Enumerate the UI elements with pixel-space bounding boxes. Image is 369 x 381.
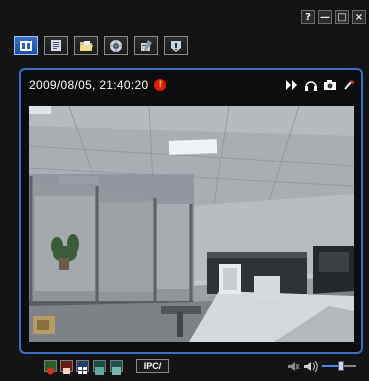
snapshot-icon[interactable]: [324, 79, 336, 91]
live-view-icon: [20, 40, 32, 51]
volume-slider-handle[interactable]: [338, 361, 344, 371]
video-feed[interactable]: [29, 106, 354, 342]
ipc-button[interactable]: IPC/: [136, 359, 169, 373]
multi-view-button[interactable]: [76, 360, 89, 374]
viewer-info-bar: 2009/08/05, 21:40:20 !: [29, 76, 355, 94]
stop-icon: [63, 368, 70, 374]
camera-viewer: 2009/08/05, 21:40:20 !: [19, 68, 363, 354]
app-window: ? — □ × 2009/08/05, 21:40:20 ! IPC/: [0, 0, 369, 381]
window-icon: [112, 367, 121, 375]
timestamp: 2009/08/05, 21:40:20: [29, 78, 149, 92]
main-toolbar: [14, 36, 188, 55]
audio-icon[interactable]: [305, 79, 317, 91]
maximize-button[interactable]: □: [335, 10, 349, 24]
stop-button[interactable]: [60, 360, 73, 374]
multi-view-icon: [78, 367, 87, 374]
info-icon: [171, 40, 181, 52]
speaker-icon[interactable]: [304, 360, 318, 372]
minimize-button[interactable]: —: [318, 10, 332, 24]
volume-control: [288, 360, 356, 372]
camera-scene: [29, 106, 354, 342]
info-button[interactable]: [164, 36, 188, 55]
record-button[interactable]: [44, 360, 57, 375]
mute-icon[interactable]: [288, 361, 300, 372]
fullscreen-button[interactable]: [93, 360, 106, 375]
tools-icon: [141, 39, 152, 51]
fullscreen-icon: [95, 367, 104, 375]
viewer-actions: [286, 79, 355, 91]
network-settings-icon: [110, 39, 122, 52]
help-button[interactable]: ?: [301, 10, 315, 24]
close-button[interactable]: ×: [352, 10, 366, 24]
live-view-button[interactable]: [14, 36, 38, 55]
tools-button[interactable]: [134, 36, 158, 55]
record-list-icon: [51, 40, 61, 51]
record-list-button[interactable]: [44, 36, 68, 55]
record-icon: [47, 367, 54, 375]
footer-bar: IPC/: [0, 354, 369, 381]
alarm-icon[interactable]: !: [154, 79, 167, 91]
network-settings-button[interactable]: [104, 36, 128, 55]
folder-open-icon: [79, 40, 93, 51]
fast-forward-icon[interactable]: [286, 79, 298, 91]
window-button[interactable]: [110, 360, 123, 375]
window-controls: ? — □ ×: [301, 10, 366, 24]
volume-slider[interactable]: [322, 360, 356, 372]
ptz-icon[interactable]: [343, 79, 355, 91]
folder-button[interactable]: [74, 36, 98, 55]
